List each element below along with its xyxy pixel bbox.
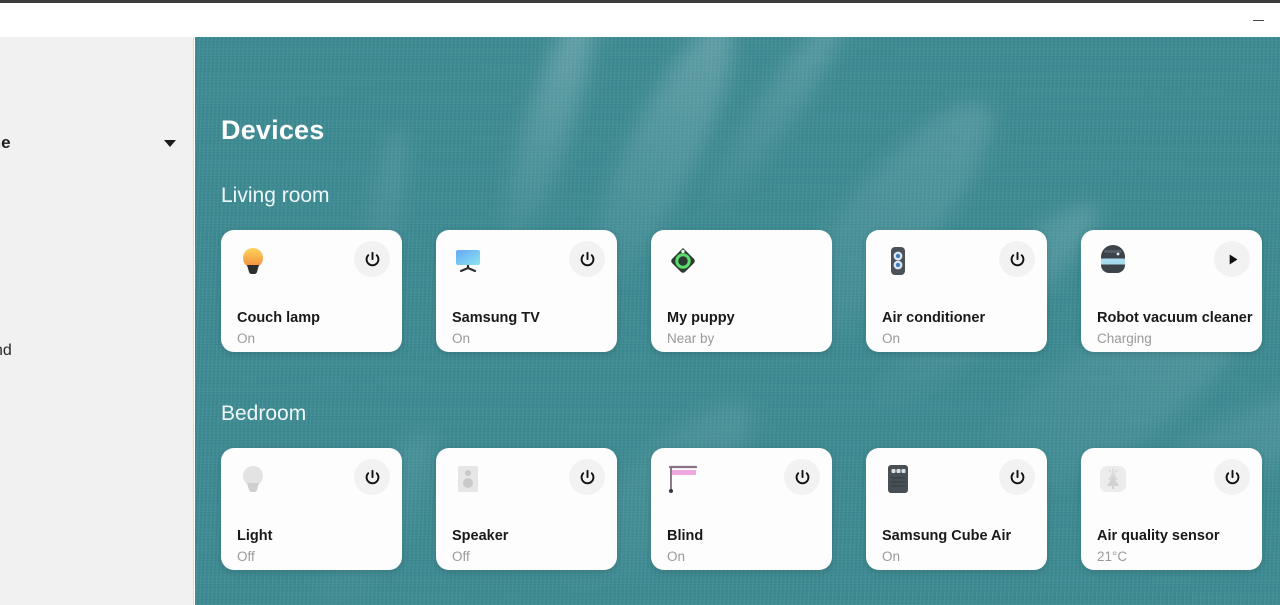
minimize-button[interactable] <box>1236 3 1280 37</box>
device-card-air-quality-sensor[interactable]: Air quality sensor 21°C <box>1081 448 1262 570</box>
air-conditioner-icon <box>882 245 914 277</box>
smart-tag-icon <box>667 245 699 277</box>
device-status: Off <box>452 549 470 564</box>
device-name: Speaker <box>452 528 509 544</box>
device-status: Charging <box>1097 331 1152 346</box>
device-status: On <box>667 549 686 564</box>
device-name: Air conditioner <box>882 310 986 326</box>
room-title-living-room: Living room <box>221 184 330 207</box>
device-status: On <box>882 331 901 346</box>
devices-content: Devices Living room Couch lamp On Samsun… <box>195 37 1280 605</box>
device-name: My puppy <box>667 310 735 326</box>
window-titlebar <box>0 0 1280 37</box>
chevron-down-icon <box>164 139 176 147</box>
device-card-speaker[interactable]: Speaker Off <box>436 448 617 570</box>
air-quality-sensor-icon <box>1097 463 1129 495</box>
play-button[interactable] <box>1214 241 1250 277</box>
device-name: Light <box>237 528 273 544</box>
device-name: Air quality sensor <box>1097 528 1220 544</box>
device-name: Couch lamp <box>237 310 320 326</box>
device-name: Blind <box>667 528 704 544</box>
television-icon <box>452 245 484 277</box>
device-name: Samsung Cube Air <box>882 528 1012 544</box>
power-button[interactable] <box>569 241 605 277</box>
device-card-blind[interactable]: Blind On <box>651 448 832 570</box>
device-status: 21°C <box>1097 549 1128 564</box>
power-button[interactable] <box>999 459 1035 495</box>
sidebar-item-smartthings-find[interactable]: hings Find <box>0 342 12 360</box>
device-status: On <box>452 331 471 346</box>
robot-vacuum-icon <box>1097 245 1129 277</box>
device-grid-living-room: Couch lamp On Samsung TV On My puppy Nea… <box>221 230 1262 352</box>
power-icon <box>1010 469 1024 484</box>
device-card-robot-vacuum-cleaner[interactable]: Robot vacuum cleaner Charging <box>1081 230 1262 352</box>
air-purifier-icon <box>882 463 914 495</box>
power-icon <box>580 251 594 266</box>
device-status: Near by <box>667 331 715 346</box>
main-panel: Devices Living room Couch lamp On Samsun… <box>195 37 1280 605</box>
minimize-icon <box>1252 19 1264 21</box>
device-card-samsung-cube-air[interactable]: Samsung Cube Air On <box>866 448 1047 570</box>
power-button[interactable] <box>354 241 390 277</box>
sidebar: me s hings Find <box>0 37 194 605</box>
device-card-my-puppy[interactable]: My puppy Near by <box>651 230 832 352</box>
device-name: Robot vacuum cleaner <box>1097 310 1253 326</box>
device-status: Off <box>237 549 255 564</box>
power-icon <box>1010 251 1024 266</box>
power-button[interactable] <box>999 241 1035 277</box>
home-selector[interactable]: me <box>0 129 193 157</box>
play-icon <box>1229 254 1237 264</box>
power-button[interactable] <box>569 459 605 495</box>
speaker-off-icon <box>452 463 484 495</box>
page-title: Devices <box>221 115 325 145</box>
device-status: On <box>882 549 901 564</box>
device-card-samsung-tv[interactable]: Samsung TV On <box>436 230 617 352</box>
home-selector-label: me <box>0 133 11 152</box>
light-bulb-off-icon <box>237 463 269 495</box>
sidebar-item-smartthings-find-label: hings Find <box>0 342 12 359</box>
power-icon <box>1225 469 1239 484</box>
power-icon <box>580 469 594 484</box>
power-button[interactable] <box>1214 459 1250 495</box>
power-button[interactable] <box>354 459 390 495</box>
device-status: On <box>237 331 256 346</box>
power-icon <box>795 469 809 484</box>
device-card-air-conditioner[interactable]: Air conditioner On <box>866 230 1047 352</box>
device-name: Samsung TV <box>452 310 540 326</box>
device-card-couch-lamp[interactable]: Couch lamp On <box>221 230 402 352</box>
power-button[interactable] <box>784 459 820 495</box>
power-icon <box>365 469 379 484</box>
power-icon <box>365 251 379 266</box>
light-bulb-icon <box>237 245 269 277</box>
device-card-light[interactable]: Light Off <box>221 448 402 570</box>
window-blind-icon <box>667 463 699 495</box>
room-title-bedroom: Bedroom <box>221 402 307 425</box>
device-grid-bedroom: Light Off Speaker Off Blind On Samsung C… <box>221 448 1262 570</box>
smartthings-window: me s hings Find Devices Living room <box>0 0 1280 605</box>
